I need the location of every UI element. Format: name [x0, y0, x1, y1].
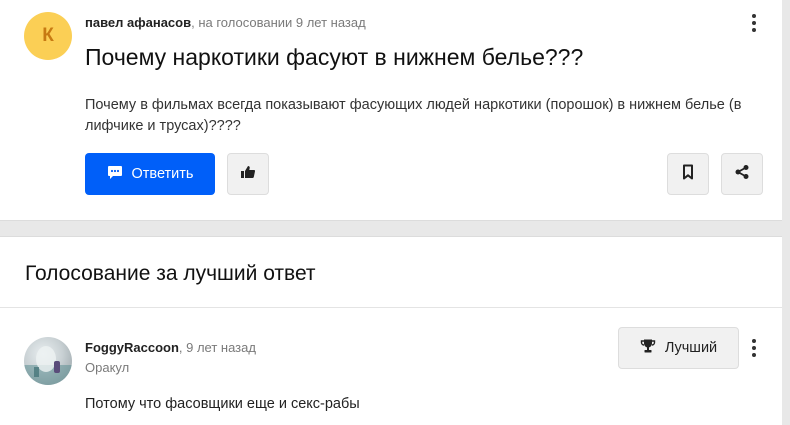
avatar-photo-icon	[24, 346, 72, 385]
like-button[interactable]	[227, 153, 269, 195]
answer-avatar[interactable]	[24, 337, 72, 385]
best-answer-label: Лучший	[664, 340, 718, 356]
author-avatar[interactable]: К	[24, 12, 72, 60]
answer-author[interactable]: FoggyRaccoon	[85, 340, 179, 355]
bookmark-icon	[681, 164, 695, 185]
question-card: К павел афанасов, на голосовании 9 лет н…	[0, 0, 782, 221]
question-meta-time: , на голосовании 9 лет назад	[191, 15, 366, 30]
author-name[interactable]: павел афанасов	[85, 15, 191, 30]
voting-title: Голосование за лучший ответ	[25, 262, 316, 285]
best-answer-button[interactable]: Лучший	[618, 327, 739, 369]
thumbs-up-icon	[240, 164, 256, 185]
avatar-initial: К	[42, 25, 54, 46]
more-icon[interactable]	[746, 13, 762, 33]
chat-icon	[107, 164, 123, 184]
answer-rank: Оракул	[85, 360, 130, 375]
answer-text: Потому что фасовщики еще и секс-рабы	[85, 396, 360, 412]
divider	[0, 307, 782, 308]
more-icon[interactable]	[746, 338, 762, 358]
answer-meta-time: , 9 лет назад	[178, 340, 256, 355]
bookmark-button[interactable]	[667, 153, 709, 195]
trophy-icon	[640, 338, 656, 358]
reply-label: Ответить	[131, 166, 194, 182]
question-meta: павел афанасов, на голосовании 9 лет наз…	[85, 15, 366, 30]
voting-card: Голосование за лучший ответ FoggyRaccoon…	[0, 236, 782, 425]
reply-button[interactable]: Ответить	[85, 153, 215, 195]
share-icon	[734, 164, 750, 185]
question-body: Почему в фильмах всегда показывают фасую…	[85, 97, 742, 134]
share-button[interactable]	[721, 153, 763, 195]
answer-meta: FoggyRaccoon, 9 лет назад	[85, 340, 256, 355]
question-title: Почему наркотики фасуют в нижнем белье??…	[85, 44, 584, 70]
